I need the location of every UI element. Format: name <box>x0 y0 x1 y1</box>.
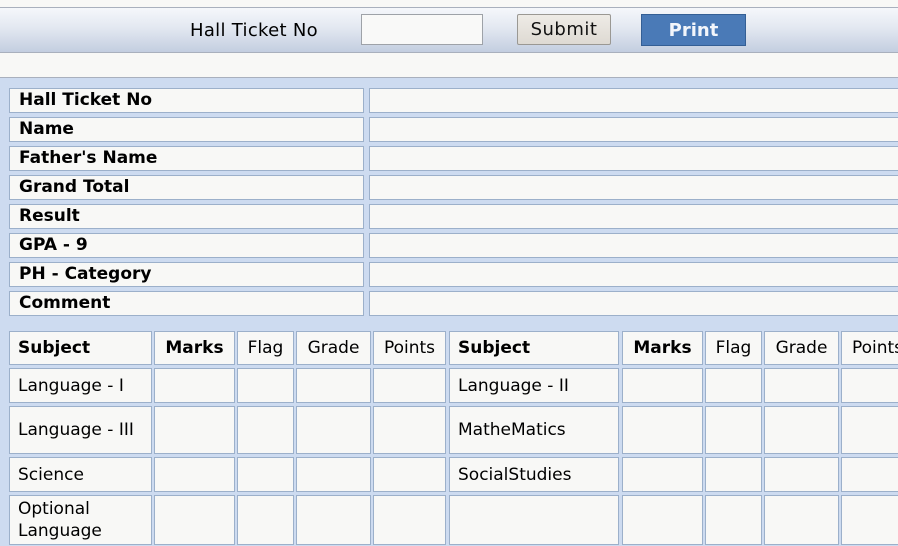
info-label: Hall Ticket No <box>9 88 364 113</box>
hall-ticket-label: Hall Ticket No <box>190 20 318 41</box>
info-value <box>369 88 898 113</box>
score-cell <box>764 368 839 403</box>
score-cell <box>154 368 235 403</box>
subject-cell: Optional Language <box>9 495 152 545</box>
info-label: Grand Total <box>9 175 364 200</box>
info-value <box>369 291 898 316</box>
column-header-grade: Grade <box>764 331 839 365</box>
score-cell <box>705 495 762 545</box>
score-cell <box>237 368 294 403</box>
score-cell <box>296 457 371 492</box>
score-cell <box>764 457 839 492</box>
info-value <box>369 204 898 229</box>
subject-cell <box>449 495 619 545</box>
score-cell <box>841 495 898 545</box>
info-value <box>369 262 898 287</box>
score-cell <box>237 495 294 545</box>
score-cell <box>296 368 371 403</box>
subject-cell: SocialStudies <box>449 457 619 492</box>
score-cell <box>705 406 762 454</box>
column-header-points: Points <box>373 331 446 365</box>
info-value <box>369 146 898 171</box>
subject-cell: Language - II <box>449 368 619 403</box>
score-cell <box>373 368 446 403</box>
score-cell <box>841 457 898 492</box>
score-cell <box>622 368 703 403</box>
score-cell <box>764 495 839 545</box>
column-header-flag: Flag <box>237 331 294 365</box>
score-cell <box>705 457 762 492</box>
info-label: Comment <box>9 291 364 316</box>
score-cell <box>373 406 446 454</box>
info-label: PH - Category <box>9 262 364 287</box>
score-cell <box>622 406 703 454</box>
score-cell <box>237 406 294 454</box>
info-value <box>369 175 898 200</box>
column-header-marks: Marks <box>154 331 235 365</box>
subject-cell: MatheMatics <box>449 406 619 454</box>
score-cell <box>296 495 371 545</box>
column-header-marks: Marks <box>622 331 703 365</box>
hall-ticket-input[interactable] <box>361 14 483 45</box>
column-header-grade: Grade <box>296 331 371 365</box>
score-cell <box>705 368 762 403</box>
submit-button[interactable]: Submit <box>517 14 611 45</box>
score-cell <box>373 495 446 545</box>
subject-cell: Language - I <box>9 368 152 403</box>
info-label: GPA - 9 <box>9 233 364 258</box>
info-label: Result <box>9 204 364 229</box>
score-cell <box>296 406 371 454</box>
column-header-subject: Subject <box>9 331 152 365</box>
score-cell <box>841 368 898 403</box>
column-header-flag: Flag <box>705 331 762 365</box>
results-panel: Hall Ticket No Name Father's Name Grand Tot… <box>0 77 898 546</box>
score-cell <box>841 406 898 454</box>
score-cell <box>622 495 703 545</box>
score-cell <box>373 457 446 492</box>
subject-cell: Language - III <box>9 406 152 454</box>
score-cell <box>237 457 294 492</box>
score-cell <box>764 406 839 454</box>
score-cell <box>622 457 703 492</box>
score-cell <box>154 495 235 545</box>
info-value <box>369 117 898 142</box>
subject-cell: Science <box>9 457 152 492</box>
info-label: Name <box>9 117 364 142</box>
info-label: Father's Name <box>9 146 364 171</box>
search-toolbar: Hall Ticket No Submit Print <box>0 7 898 53</box>
print-button[interactable]: Print <box>641 14 746 46</box>
column-header-subject: Subject <box>449 331 619 365</box>
column-header-points: Points <box>841 331 898 365</box>
score-cell <box>154 406 235 454</box>
score-cell <box>154 457 235 492</box>
info-value <box>369 233 898 258</box>
